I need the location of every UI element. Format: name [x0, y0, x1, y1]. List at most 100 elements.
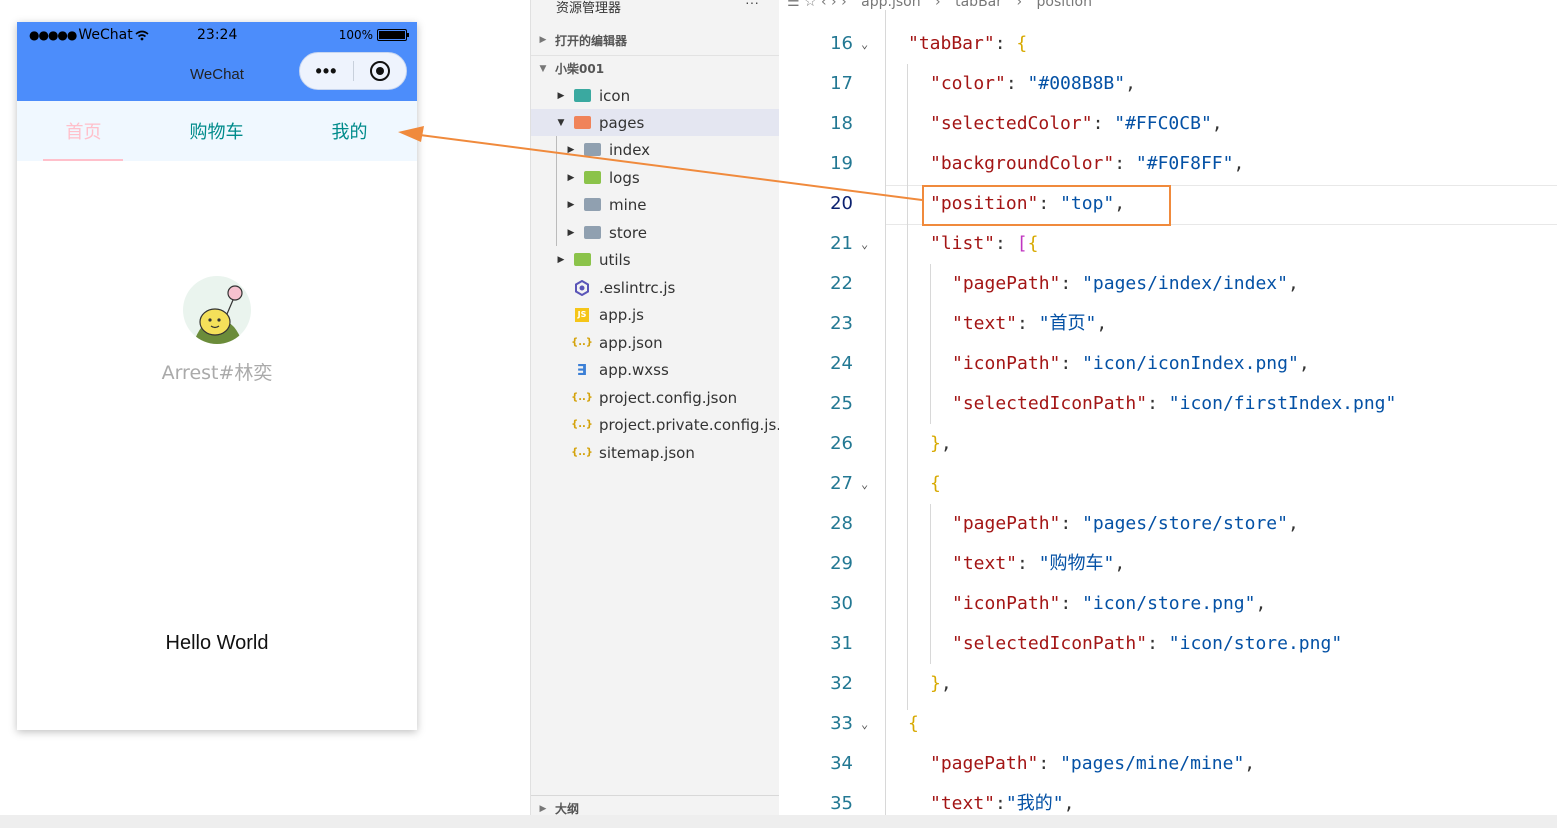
chevron-right-icon: › — [935, 0, 941, 10]
line-number: 33 — [830, 713, 853, 734]
code-line[interactable]: 25 "selectedIconPath": "icon/firstIndex.p… — [779, 384, 1557, 424]
folder-open-icon — [573, 115, 591, 131]
chevron-right-icon: ▶ — [539, 803, 547, 814]
tree-item-label: mine — [609, 195, 647, 214]
more-button[interactable]: ••• — [300, 61, 353, 82]
close-record-icon — [369, 61, 390, 81]
fold-chevron-icon[interactable]: ⌄ — [861, 224, 868, 264]
tab-mine[interactable]: 我的 — [283, 101, 416, 161]
eslint-icon — [573, 279, 591, 296]
code-line[interactable]: 33 ⌄ { — [779, 704, 1557, 744]
tree-item-label: icon — [599, 86, 631, 105]
section-project[interactable]: ▼ 小柴001 — [531, 55, 780, 81]
fold-chevron-icon[interactable]: ⌄ — [861, 24, 868, 64]
code-line[interactable]: 27 ⌄ { — [779, 464, 1557, 504]
json-icon: {..} — [571, 447, 593, 458]
tree-item-project-private-config[interactable]: {..} project.private.config.js... — [531, 411, 791, 438]
tree-item-project-config[interactable]: {..} project.config.json — [531, 384, 780, 411]
code-text: "iconPath": "icon/store.png", — [952, 593, 1267, 614]
breadcrumb-item[interactable]: position — [1037, 0, 1092, 10]
line-number: 17 — [830, 73, 853, 94]
status-time: 23:24 — [197, 27, 238, 43]
line-number: 34 — [830, 753, 853, 774]
tree-item-label: app.json — [599, 333, 663, 352]
code-line[interactable]: 22 "pagePath": "pages/index/index", — [779, 264, 1557, 304]
signal-carrier: ●●●●● WeChat — [29, 27, 149, 43]
code-line[interactable]: 17 "color": "#008B8B", — [779, 64, 1557, 104]
code-text: "selectedColor": "#FFC0CB", — [930, 113, 1223, 134]
tree-item-sitemap[interactable]: {..} sitemap.json — [531, 439, 780, 466]
tree-item-store[interactable]: ▶ store — [531, 219, 780, 246]
explorer-more-button[interactable]: ··· — [745, 0, 759, 10]
tree-item-label: logs — [609, 168, 640, 187]
editor-nav-icons: ☰ ☆ ‹ › › — [787, 0, 847, 10]
line-number: 30 — [830, 593, 853, 614]
tab-home-label: 首页 — [65, 122, 102, 143]
code-line[interactable]: 18 "selectedColor": "#FFC0CB", — [779, 104, 1557, 144]
code-text: "pagePath": "pages/index/index", — [952, 273, 1299, 294]
fold-chevron-icon[interactable]: ⌄ — [861, 704, 868, 744]
chevron-right-icon: ▶ — [539, 35, 547, 45]
avatar — [183, 276, 251, 344]
code-line[interactable]: 21 ⌄ "list": [{ — [779, 224, 1557, 264]
code-line[interactable]: 28 "pagePath": "pages/store/store", — [779, 504, 1557, 544]
section-open-editors[interactable]: ▶ 打开的编辑器 — [531, 27, 780, 53]
code-line[interactable]: 32}, — [779, 664, 1557, 704]
line-number: 32 — [830, 673, 853, 694]
battery-percent: 100% — [338, 28, 373, 42]
tree-item-label: store — [609, 223, 647, 242]
line-number: 29 — [830, 553, 853, 574]
code-line[interactable]: 29 "text": "购物车", — [779, 544, 1557, 584]
status-strip — [0, 815, 1557, 828]
tree-item-eslintrc[interactable]: .eslintrc.js — [531, 274, 780, 301]
tree-item-index[interactable]: ▶ index — [531, 136, 780, 163]
breadcrumb-item[interactable]: tabBar — [955, 0, 1002, 10]
code-text: { — [930, 473, 941, 494]
tree-item-app-js[interactable]: JS app.js — [531, 301, 780, 328]
tree-item-app-json[interactable]: {..} app.json — [531, 329, 780, 356]
code-text: "pagePath": "pages/store/store", — [952, 513, 1299, 534]
tree-item-icon[interactable]: ▶ icon — [531, 82, 780, 109]
code-line[interactable]: 19 "backgroundColor": "#F0F8FF", — [779, 144, 1557, 184]
code-line[interactable]: 30 "iconPath": "icon/store.png", — [779, 584, 1557, 624]
code-text: }, — [930, 673, 952, 694]
code-text: "iconPath": "icon/iconIndex.png", — [952, 353, 1310, 374]
tree-item-mine[interactable]: ▶ mine — [531, 191, 780, 218]
code-text: { — [908, 713, 919, 734]
tab-cart[interactable]: 购物车 — [150, 101, 283, 161]
code-line[interactable]: 26}, — [779, 424, 1557, 464]
code-text: }, — [930, 433, 952, 454]
breadcrumb-item[interactable]: app.json — [861, 0, 920, 10]
tree-item-logs[interactable]: ▶ logs — [531, 164, 780, 191]
line-number: 23 — [830, 313, 853, 334]
tree-item-pages[interactable]: ▼ pages — [531, 109, 780, 136]
tab-home[interactable]: 首页 — [17, 101, 150, 161]
tree-item-label: index — [609, 140, 651, 159]
json-icon: {..} — [571, 419, 593, 430]
tree-item-app-wxss[interactable]: ∃ app.wxss — [531, 356, 780, 383]
code-line[interactable]: 16 ⌄ "tabBar": { — [779, 24, 1557, 64]
fold-chevron-icon[interactable]: ⌄ — [861, 464, 868, 504]
user-nickname: Arrest#林奕 — [161, 362, 273, 384]
code-line[interactable]: 24 "iconPath": "icon/iconIndex.png", — [779, 344, 1557, 384]
folder-icon — [573, 252, 591, 268]
close-button[interactable] — [354, 61, 406, 81]
code-line[interactable]: 34 "pagePath": "pages/mine/mine", — [779, 744, 1557, 784]
css-icon: ∃ — [576, 360, 588, 379]
tree-item-label: app.js — [599, 305, 644, 324]
tree-item-label: project.config.json — [599, 388, 738, 407]
code-line[interactable]: 23 "text": "首页", — [779, 304, 1557, 344]
line-number: 18 — [830, 113, 853, 134]
chevron-right-icon: › — [1016, 0, 1023, 10]
tree-item-utils[interactable]: ▶ utils — [531, 246, 780, 273]
chevron-right-icon: ▶ — [567, 172, 575, 183]
tree-item-label: utils — [599, 250, 631, 269]
json-icon: {..} — [571, 392, 593, 403]
line-number: 25 — [830, 393, 853, 414]
chevron-right-icon: ▶ — [567, 144, 575, 155]
code-text: "list": [{ — [930, 233, 1039, 254]
status-bar: ●●●●● WeChat 23:24 100% — [17, 22, 417, 48]
line-number: 31 — [830, 633, 853, 654]
code-line[interactable]: 31 "selectedIconPath": "icon/store.png" — [779, 624, 1557, 664]
screen: ●●●●● WeChat 23:24 100% WeChat ••• 首页 购物… — [0, 0, 1557, 828]
